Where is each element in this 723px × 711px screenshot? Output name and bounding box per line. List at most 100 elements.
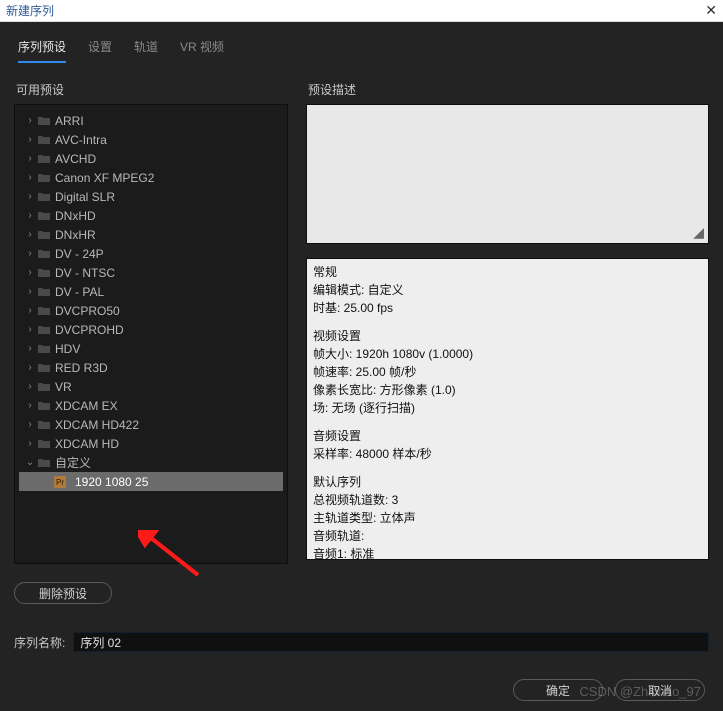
folder-icon [37, 154, 51, 164]
folder-icon [37, 363, 51, 373]
preset-info-box: 常规 编辑模式: 自定义 时基: 25.00 fps 视频设置 帧大小: 192… [306, 258, 709, 560]
folder-icon [37, 268, 51, 278]
info-master-track: 主轨道类型: 立体声 [313, 509, 702, 527]
preset-description-label: 预设描述 [308, 81, 709, 98]
tree-folder[interactable]: › DV - 24P [19, 244, 283, 263]
chevron-right-icon[interactable]: › [23, 210, 37, 221]
preset-icon: Pr [53, 476, 67, 488]
chevron-right-icon[interactable]: › [23, 267, 37, 278]
tree-folder[interactable]: › DVCPRO50 [19, 301, 283, 320]
tab-tracks[interactable]: 轨道 [134, 38, 158, 63]
chevron-down-icon[interactable]: ⌄ [23, 457, 37, 468]
tree-folder[interactable]: ›XDCAM HD [19, 434, 283, 453]
info-par: 像素长宽比: 方形像素 (1.0) [313, 381, 702, 399]
chevron-right-icon[interactable]: › [23, 115, 37, 126]
tab-settings[interactable]: 设置 [88, 38, 112, 63]
ok-button[interactable]: 确定 [513, 679, 603, 701]
tree-item-label: ARRI [55, 114, 84, 128]
tree-item-label: DVCPROHD [55, 323, 124, 337]
chevron-right-icon[interactable]: › [23, 248, 37, 259]
info-frame-size: 帧大小: 1920h 1080v (1.0000) [313, 345, 702, 363]
info-timebase: 时基: 25.00 fps [313, 299, 702, 317]
tree-item-label: Canon XF MPEG2 [55, 171, 154, 185]
folder-icon [37, 420, 51, 430]
tab-vr[interactable]: VR 视频 [180, 38, 224, 63]
folder-icon [37, 344, 51, 354]
tree-item-label: DV - PAL [55, 285, 104, 299]
tree-folder[interactable]: › DVCPROHD [19, 320, 283, 339]
tree-folder[interactable]: › XDCAM HD422 [19, 415, 283, 434]
tree-folder[interactable]: ›DV - NTSC [19, 263, 283, 282]
tree-item-label: DV - 24P [55, 247, 104, 261]
chevron-right-icon[interactable]: › [23, 229, 37, 240]
tab-bar: 序列预设设置轨道 VR 视频 [14, 32, 709, 63]
folder-icon [37, 287, 51, 297]
tree-item-label: AVC-Intra [55, 133, 107, 147]
info-edit-mode: 编辑模式: 自定义 [313, 281, 702, 299]
preset-tree[interactable]: › ARRI › AVC-Intra › AVCHD › Canon XF MPEG2 › Dig… [14, 104, 288, 564]
preset-description-box: ◢ [306, 104, 709, 244]
tree-folder[interactable]: › VR [19, 377, 283, 396]
chevron-right-icon[interactable]: › [23, 381, 37, 392]
chevron-right-icon[interactable]: › [23, 400, 37, 411]
chevron-right-icon[interactable]: › [23, 305, 37, 316]
chevron-right-icon[interactable]: › [23, 324, 37, 335]
chevron-right-icon[interactable]: › [23, 153, 37, 164]
window-title: 新建序列 [6, 2, 54, 19]
folder-icon [37, 135, 51, 145]
close-icon[interactable]: ✕ [705, 2, 717, 19]
info-video-tracks: 总视频轨道数: 3 [313, 491, 702, 509]
tree-folder[interactable]: › DNxHD [19, 206, 283, 225]
sequence-name-input[interactable] [73, 632, 709, 652]
delete-preset-button[interactable]: 删除预设 [14, 582, 112, 604]
folder-icon [37, 173, 51, 183]
chevron-right-icon[interactable]: › [23, 286, 37, 297]
tree-item-label: DNxHD [55, 209, 96, 223]
info-heading-audio: 音频设置 [313, 427, 702, 445]
tree-item-label: AVCHD [55, 152, 96, 166]
tree-item-label: 自定义 [55, 454, 91, 471]
resize-grip-icon: ◢ [693, 224, 704, 241]
chevron-right-icon[interactable]: › [23, 438, 37, 449]
tree-item-label: DVCPRO50 [55, 304, 120, 318]
tab-preset[interactable]: 序列预设 [18, 38, 66, 63]
folder-icon [37, 116, 51, 126]
tree-folder[interactable]: › DNxHR [19, 225, 283, 244]
chevron-right-icon[interactable]: › [23, 172, 37, 183]
tree-preset[interactable]: Pr1920 1080 25 [19, 472, 283, 491]
tree-item-label: Digital SLR [55, 190, 115, 204]
chevron-right-icon[interactable]: › [23, 343, 37, 354]
tree-folder[interactable]: › AVC-Intra [19, 130, 283, 149]
chevron-right-icon[interactable]: › [23, 191, 37, 202]
tree-folder[interactable]: › Digital SLR [19, 187, 283, 206]
info-heading-default-seq: 默认序列 [313, 473, 702, 491]
folder-icon [37, 439, 51, 449]
info-audio-tracks-label: 音频轨道: [313, 527, 702, 545]
info-frame-rate: 帧速率: 25.00 帧/秒 [313, 363, 702, 381]
tree-folder[interactable]: ⌄ 自定义 [19, 453, 283, 472]
folder-icon [37, 249, 51, 259]
tree-item-label: DNxHR [55, 228, 96, 242]
chevron-right-icon[interactable]: › [23, 419, 37, 430]
folder-icon [37, 401, 51, 411]
info-heading-general: 常规 [313, 263, 702, 281]
chevron-right-icon[interactable]: › [23, 362, 37, 373]
tree-folder[interactable]: › Canon XF MPEG2 [19, 168, 283, 187]
folder-icon [37, 382, 51, 392]
tree-item-label: HDV [55, 342, 80, 356]
svg-text:Pr: Pr [56, 478, 64, 487]
tree-folder[interactable]: › HDV [19, 339, 283, 358]
available-presets-label: 可用预设 [16, 81, 288, 98]
tree-folder[interactable]: ›XDCAM EX [19, 396, 283, 415]
tree-folder[interactable]: › DV - PAL [19, 282, 283, 301]
title-bar: 新建序列 ✕ [0, 0, 723, 22]
folder-icon [37, 192, 51, 202]
tree-item-label: VR [55, 380, 72, 394]
tree-item-label: XDCAM HD422 [55, 418, 139, 432]
tree-folder[interactable]: › ARRI [19, 111, 283, 130]
tree-item-label: RED R3D [55, 361, 108, 375]
cancel-button[interactable]: 取消 [615, 679, 705, 701]
tree-folder[interactable]: › RED R3D [19, 358, 283, 377]
tree-folder[interactable]: › AVCHD [19, 149, 283, 168]
chevron-right-icon[interactable]: › [23, 134, 37, 145]
